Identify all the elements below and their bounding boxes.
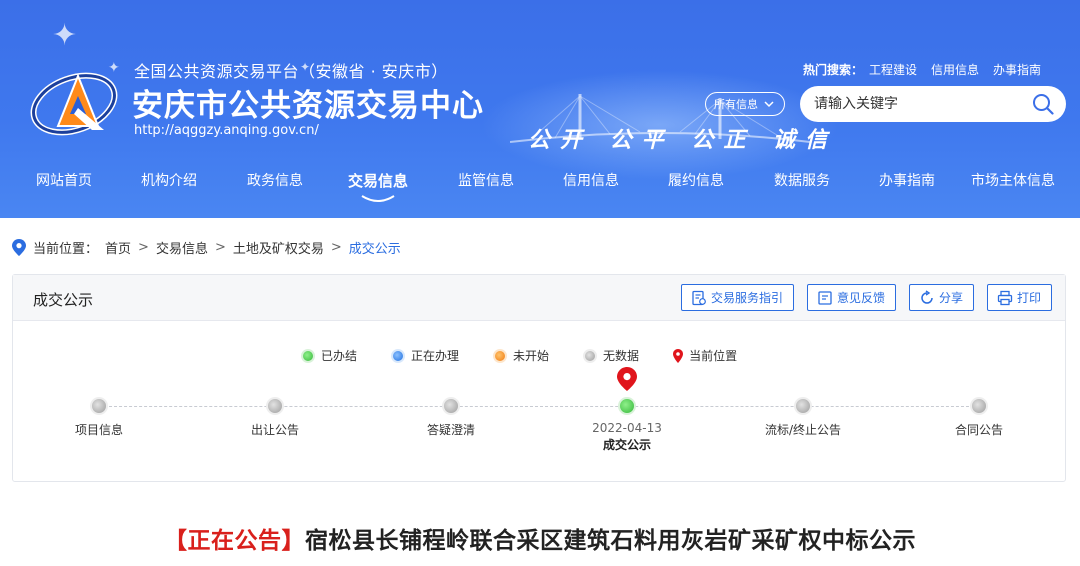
nav-guide[interactable]: 办事指南 — [879, 170, 935, 190]
chevron-down-icon — [764, 100, 774, 107]
current-pin-icon — [673, 348, 684, 363]
hot-search-label: 热门搜索： — [803, 63, 864, 77]
hot-link-1[interactable]: 信用信息 — [931, 61, 979, 78]
step-dot-icon — [794, 397, 812, 415]
feedback-button[interactable]: 意见反馈 — [806, 284, 896, 311]
site-title[interactable]: 安庆市公共资源交易中心 — [132, 80, 484, 125]
step-dot-icon — [442, 397, 460, 415]
search-icon[interactable] — [1032, 93, 1054, 115]
breadcrumb-separator: > — [138, 240, 149, 255]
breadcrumb-land-mining[interactable]: 土地及矿权交易 — [233, 238, 324, 257]
active-underline-icon — [361, 195, 395, 202]
hot-link-2[interactable]: 办事指南 — [993, 61, 1041, 78]
step-failure-notice[interactable]: 流标/终止公告 — [743, 397, 863, 438]
print-button[interactable]: 打印 — [986, 284, 1052, 311]
nav-trade-info[interactable]: 交易信息 — [348, 170, 408, 202]
breadcrumb-home[interactable]: 首页 — [105, 238, 131, 257]
print-label: 打印 — [1016, 291, 1041, 305]
guide-doc-icon — [692, 290, 706, 305]
step-transfer-notice[interactable]: 出让公告 — [215, 397, 335, 438]
notice-title-text: 宿松县长铺程岭联合采区建筑石料用灰岩矿采矿权中标公示 — [305, 528, 916, 554]
nav-about[interactable]: 机构介绍 — [141, 170, 197, 190]
status-legend: 已办结 正在办理 未开始 无数据 当前位置 — [301, 347, 771, 364]
breadcrumb-trade-info[interactable]: 交易信息 — [156, 238, 208, 257]
step-label: 项目信息 — [74, 423, 123, 437]
search-box — [800, 86, 1066, 122]
done-dot-icon — [301, 348, 315, 363]
nav-supervision[interactable]: 监管信息 — [458, 170, 514, 190]
nav-gov-info[interactable]: 政务信息 — [247, 170, 303, 190]
breadcrumb-separator: > — [330, 240, 342, 255]
search-scope-select[interactable]: 所有信息 — [705, 92, 785, 116]
nav-credit[interactable]: 信用信息 — [563, 170, 619, 190]
nav-performance[interactable]: 履约信息 — [668, 170, 724, 190]
notice-status-tag: 【正在公告】 — [164, 528, 305, 554]
sparkle-icon: ✦ — [52, 18, 78, 53]
nav-home[interactable]: 网站首页 — [36, 170, 92, 190]
step-dot-icon — [618, 397, 636, 415]
step-dot-icon — [970, 397, 988, 415]
doing-dot-icon — [391, 348, 406, 363]
step-deal-publicity[interactable]: 2022-04-13 成交公示 — [567, 367, 687, 453]
search-input[interactable] — [814, 96, 1024, 112]
nav-market-entity[interactable]: 市场主体信息 — [971, 170, 1055, 190]
step-label: 出让公告 — [250, 423, 299, 437]
step-date: 2022-04-13 — [592, 421, 662, 435]
printer-icon — [997, 290, 1013, 305]
panel-title: 成交公示 — [33, 291, 94, 309]
legend-none: 无数据 — [583, 347, 639, 364]
share-label: 分享 — [938, 291, 963, 305]
feedback-icon — [818, 290, 832, 305]
breadcrumb-prefix: 当前位置： — [33, 242, 99, 257]
platform-line: 全国公共资源交易平台（安徽省 · 安庆市） — [134, 62, 448, 81]
breadcrumb-current[interactable]: 成交公示 — [349, 238, 401, 257]
legend-doing: 正在办理 — [391, 347, 459, 364]
feedback-label: 意见反馈 — [836, 291, 885, 305]
legend-todo: 未开始 — [493, 347, 549, 364]
step-label: 成交公示 — [602, 438, 651, 452]
notice-title: 【正在公告】宿松县长铺程岭联合采区建筑石料用灰岩矿采矿权中标公示 — [0, 521, 1080, 555]
search-scope-value: 所有信息 — [714, 98, 758, 111]
location-pin-icon — [12, 239, 26, 256]
step-label: 答疑澄清 — [426, 423, 475, 437]
panel-header: 成交公示 交易服务指引 意见反馈 分享 打印 — [13, 275, 1065, 321]
main-nav: 网站首页 机构介绍 政务信息 交易信息 监管信息 信用信息 履约信息 数据服务 … — [0, 170, 1080, 202]
current-location-pin-icon — [617, 367, 637, 391]
hot-search: 热门搜索： 工程建设 信用信息 办事指南 — [803, 61, 1041, 78]
todo-dot-icon — [493, 348, 508, 363]
header-banner: ✦ ✦ ✦ 全国公共资源交易平台（安徽省 · 安庆市） 安庆市公共资源交易中心 … — [0, 0, 1080, 218]
step-label: 流标/终止公告 — [764, 423, 842, 437]
hot-link-0[interactable]: 工程建设 — [869, 61, 917, 78]
step-dot-icon — [266, 397, 284, 415]
step-contract-notice[interactable]: 合同公告 — [919, 397, 1039, 438]
panel-tools: 交易服务指引 意见反馈 分享 打印 — [680, 284, 1052, 311]
slogan: 公开 公平 公正 诚信 — [528, 127, 837, 153]
progress-panel: 成交公示 交易服务指引 意见反馈 分享 打印 已办结 正在办理 未开始 无数据 — [12, 274, 1066, 482]
site-url: http://aqggzy.anqing.gov.cn/ — [134, 123, 319, 138]
service-guide-label: 交易服务指引 — [710, 291, 783, 305]
step-dot-icon — [90, 397, 108, 415]
breadcrumb: 当前位置： 首页 > 交易信息 > 土地及矿权交易 > 成交公示 — [12, 238, 401, 257]
step-clarification[interactable]: 答疑澄清 — [391, 397, 511, 438]
step-label: 合同公告 — [954, 423, 1003, 437]
nav-data-service[interactable]: 数据服务 — [774, 170, 830, 190]
share-icon — [921, 289, 933, 304]
logo-icon[interactable] — [28, 60, 120, 140]
step-project-info[interactable]: 项目信息 — [39, 397, 159, 438]
none-dot-icon — [583, 348, 598, 363]
share-button[interactable]: 分享 — [908, 284, 974, 311]
breadcrumb-separator: > — [214, 240, 226, 255]
legend-done: 已办结 — [301, 347, 357, 364]
service-guide-button[interactable]: 交易服务指引 — [680, 284, 794, 311]
legend-current: 当前位置 — [673, 347, 737, 364]
